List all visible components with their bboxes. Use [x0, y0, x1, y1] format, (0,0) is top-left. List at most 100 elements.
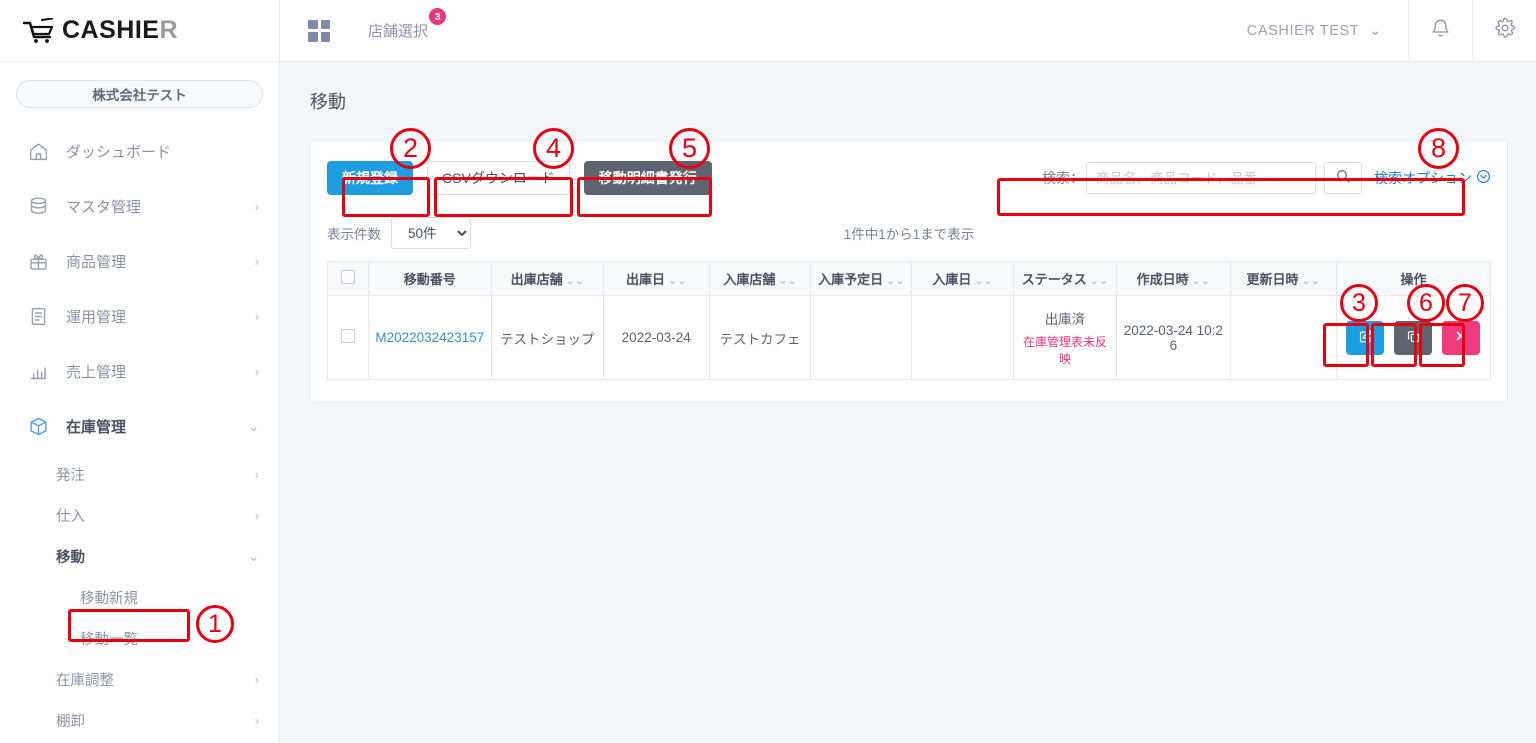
notifications-button[interactable] [1408, 0, 1472, 61]
chevron-right-icon: › [254, 672, 259, 687]
sort-icon[interactable]: ⌄⌄ [668, 275, 686, 287]
col-label: 移動番号 [403, 272, 456, 287]
sort-icon[interactable]: ⌄⌄ [974, 275, 992, 287]
sort-icon[interactable]: ⌄⌄ [566, 275, 584, 287]
sidebar-item-label: マスタ管理 [66, 199, 142, 216]
col-in-plan-date[interactable]: 入庫予定日 ⌄⌄ [810, 261, 913, 296]
sidebar-item-operations[interactable]: 運用管理 › [0, 289, 279, 344]
delete-row-button[interactable] [1442, 320, 1481, 355]
select-all-checkbox[interactable] [340, 270, 355, 284]
move-list-table: 移動番号 出庫店舗 ⌄⌄ 出庫日 ⌄⌄ 入庫店舗 ⌄⌄ 入庫予定日 ⌄⌄ 入庫日 ⌄⌄ ス… [327, 261, 1492, 380]
search-input[interactable] [1086, 162, 1316, 194]
select-all-header[interactable] [327, 261, 369, 296]
sidebar-sub-label: 移動 [56, 550, 85, 566]
close-x-icon [1455, 330, 1467, 345]
user-menu[interactable]: CASHIER TEST ⌄ [1247, 23, 1408, 39]
status-badge: 出庫済 [1044, 312, 1086, 328]
move-no-link[interactable]: M2022032423157 [375, 330, 484, 345]
brand-logo[interactable]: CASHIER [0, 0, 279, 62]
search-options-toggle[interactable]: 検索オプション [1374, 168, 1491, 188]
per-page-select[interactable]: 50件 [391, 217, 471, 249]
col-label: 入庫日 [932, 272, 972, 287]
chevron-right-icon: › [254, 364, 259, 379]
grid-icon[interactable] [308, 19, 330, 42]
sidebar-item-label: 商品管理 [66, 254, 127, 271]
col-status[interactable]: ステータス ⌄⌄ [1012, 261, 1118, 296]
col-in-date[interactable]: 入庫日 ⌄⌄ [911, 261, 1014, 296]
bell-icon [1430, 18, 1451, 44]
shopping-cart-icon [22, 17, 56, 44]
sidebar-item-products[interactable]: 商品管理 › [0, 234, 279, 289]
sidebar-item-sales[interactable]: 売上管理 › [0, 344, 279, 399]
sidebar-sub-label: 仕入 [56, 509, 85, 525]
sidebar-item-move-list[interactable]: 移動一覧 [0, 618, 279, 659]
col-move-no: 移動番号 [367, 261, 493, 296]
row-checkbox[interactable] [340, 329, 355, 343]
sort-icon[interactable]: ⌄⌄ [1302, 275, 1320, 287]
sidebar-item-label: 在庫管理 [66, 419, 127, 436]
cell-move-no: M2022032423157 [367, 295, 493, 380]
settings-button[interactable] [1472, 0, 1536, 61]
brand-name-main: CASHIE [62, 16, 160, 44]
database-icon [26, 195, 50, 219]
col-in-store[interactable]: 入庫店舗 ⌄⌄ [708, 261, 812, 296]
table-row: M2022032423157 テストショップ 2022-03-24 テストカフェ… [327, 295, 1492, 380]
issue-slip-button[interactable]: 移動明細書発行 [583, 161, 712, 195]
sidebar-sub-label: 発注 [56, 468, 85, 484]
cell-created-at: 2022-03-24 10:26 [1116, 295, 1231, 380]
cell-in-store: テストカフェ [708, 295, 812, 380]
sidebar-item-move-new[interactable]: 移動新規 [0, 577, 279, 618]
company-label: 株式会社テスト [92, 88, 187, 103]
sidebar-item-master[interactable]: マスタ管理 › [0, 179, 279, 234]
sidebar-item-inventory[interactable]: 在庫管理 ⌄ [0, 399, 279, 454]
company-selector[interactable]: 株式会社テスト [16, 80, 263, 108]
search-submit-button[interactable] [1324, 162, 1362, 194]
sort-icon[interactable]: ⌄⌄ [778, 275, 796, 287]
copy-icon [1406, 329, 1421, 347]
sidebar-item-stocktaking[interactable]: 棚卸 › [0, 700, 279, 741]
copy-row-button[interactable] [1394, 320, 1433, 355]
store-select-label: 店舗選択 [368, 23, 429, 40]
sidebar-item-order[interactable]: 発注 › [0, 454, 279, 495]
search-options-label: 検索オプション [1374, 170, 1472, 186]
sidebar-sub-label: 棚卸 [56, 714, 85, 730]
sort-icon[interactable]: ⌄⌄ [1090, 275, 1108, 287]
clipboard-icon [26, 305, 50, 329]
csv-download-button[interactable]: CSVダウンロード [427, 161, 570, 195]
sidebar: CASHIER 株式会社テスト ダッシュボード マスタ管理 › 商品管理 › 運… [0, 0, 280, 743]
sidebar-sub-label: 移動新規 [80, 591, 138, 607]
col-created-at[interactable]: 作成日時 ⌄⌄ [1116, 261, 1231, 296]
col-updated-at[interactable]: 更新日時 ⌄⌄ [1229, 261, 1337, 296]
sidebar-item-label: 売上管理 [66, 364, 127, 381]
new-register-button[interactable]: 新規登録 [327, 161, 413, 195]
col-label: 出庫日 [625, 272, 665, 287]
toolbar: 新規登録 CSVダウンロード 移動明細書発行 検索： 検索オプション [327, 161, 1491, 195]
chevron-down-icon: ⌄ [248, 548, 259, 564]
chevron-right-icon: › [254, 199, 259, 214]
list-controls: 表示件数 50件 1件中1から1まで表示 [327, 217, 1491, 249]
store-select-button[interactable]: 店舗選択 3 [368, 8, 447, 41]
store-count-badge: 3 [429, 8, 447, 25]
col-out-date[interactable]: 出庫日 ⌄⌄ [602, 261, 710, 296]
header-right: CASHIER TEST ⌄ [1247, 0, 1536, 61]
sidebar-item-stock-adjust[interactable]: 在庫調整 › [0, 659, 279, 700]
col-label: 更新日時 [1246, 272, 1299, 287]
sort-icon[interactable]: ⌄⌄ [1192, 275, 1210, 287]
sort-icon[interactable]: ⌄⌄ [886, 275, 904, 287]
top-header: 店舗選択 3 CASHIER TEST ⌄ [280, 0, 1536, 62]
status-warning: 在庫管理表未反映 [1022, 335, 1107, 366]
col-label: 入庫店舗 [723, 272, 776, 287]
chevron-down-icon: ⌄ [1369, 22, 1382, 39]
home-icon [26, 140, 50, 164]
row-select-cell[interactable] [327, 295, 369, 380]
main-content: 移動 新規登録 CSVダウンロード 移動明細書発行 検索： 検索オプション [280, 62, 1536, 743]
sidebar-item-move[interactable]: 移動 ⌄ [0, 536, 279, 577]
cell-out-store: テストショップ [491, 295, 604, 380]
sidebar-item-dashboard[interactable]: ダッシュボード [0, 124, 279, 179]
col-label: 出庫店舗 [510, 272, 563, 287]
col-out-store[interactable]: 出庫店舗 ⌄⌄ [491, 261, 604, 296]
edit-row-button[interactable] [1346, 320, 1385, 355]
cell-actions [1335, 295, 1492, 380]
sidebar-item-purchase[interactable]: 仕入 › [0, 495, 279, 536]
col-label: 作成日時 [1136, 272, 1189, 287]
